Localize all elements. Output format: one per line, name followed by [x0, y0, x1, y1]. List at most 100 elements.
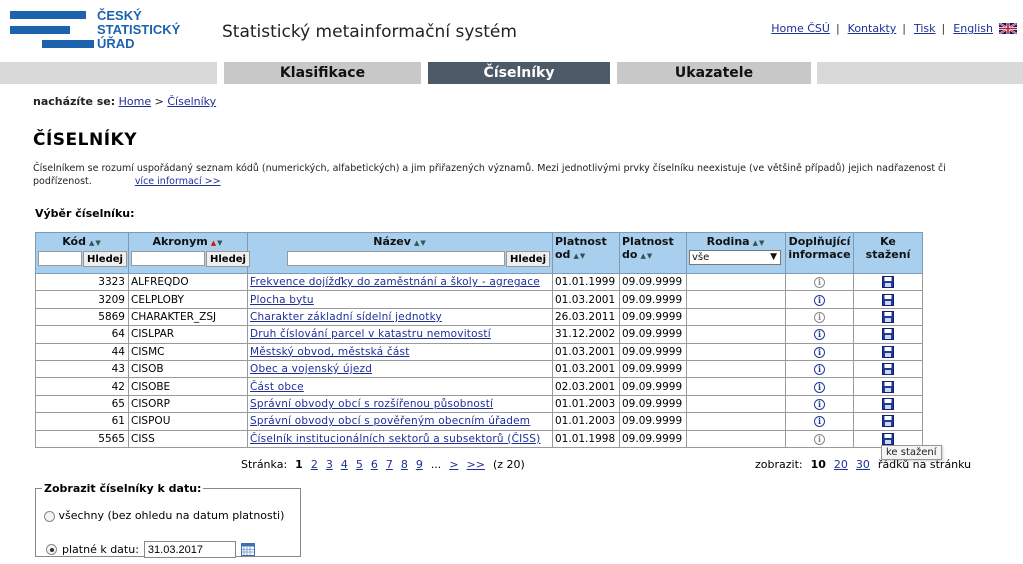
- col-akronym-label[interactable]: Akronym: [152, 235, 207, 248]
- option-all[interactable]: všechny (bez ohledu na datum platnosti): [44, 509, 294, 523]
- info-icon[interactable]: i: [814, 277, 825, 289]
- breadcrumb-current[interactable]: Číselníky: [167, 95, 216, 108]
- col-akronym: Akronym ▲▼ Hledej: [128, 232, 250, 274]
- floppy-disk-icon[interactable]: [882, 293, 894, 306]
- table-row: 3209 CELPLOBY Plocha bytu 01.03.2001 09.09.9…: [35, 290, 923, 309]
- akronym-search-button[interactable]: Hledej: [206, 251, 250, 267]
- pager-page-link[interactable]: 5: [356, 458, 363, 471]
- link-english[interactable]: English: [953, 22, 993, 35]
- cell-nazev: Charakter základní sídelní jednotky: [247, 307, 553, 327]
- sort-arrows-icon[interactable]: ▲▼: [753, 239, 766, 247]
- radio-all[interactable]: [44, 510, 55, 522]
- cell-doplnujici: i: [785, 412, 854, 431]
- nazev-filter: Hledej: [250, 251, 550, 267]
- pager-last-link[interactable]: >>: [467, 458, 485, 471]
- info-icon[interactable]: i: [814, 398, 825, 410]
- akronym-search-input[interactable]: [131, 251, 205, 266]
- info-icon[interactable]: i: [814, 311, 825, 323]
- col-nazev: Název ▲▼ Hledej: [247, 232, 553, 274]
- calendar-icon[interactable]: [240, 543, 255, 556]
- floppy-disk-icon[interactable]: [882, 310, 894, 323]
- floppy-disk-icon[interactable]: [882, 363, 894, 376]
- link-kontakty[interactable]: Kontakty: [848, 22, 897, 35]
- link-tisk[interactable]: Tisk: [914, 22, 936, 35]
- tab-ciselniky[interactable]: Číselníky: [428, 62, 610, 84]
- pager-page-link[interactable]: 2: [311, 458, 318, 471]
- info-icon[interactable]: i: [814, 416, 825, 428]
- floppy-disk-icon[interactable]: [882, 328, 894, 341]
- more-info-link[interactable]: více informací >>: [135, 176, 221, 187]
- tab-klasifikace[interactable]: Klasifikace: [224, 62, 421, 84]
- floppy-disk-icon[interactable]: [882, 415, 894, 428]
- select-label: Výběr číselníku:: [35, 207, 135, 220]
- kod-search-input[interactable]: [38, 251, 82, 266]
- cell-rodina: [686, 377, 786, 396]
- nazev-search-button[interactable]: Hledej: [506, 251, 550, 267]
- pager-page-link[interactable]: 4: [341, 458, 348, 471]
- date-input[interactable]: [143, 541, 236, 558]
- info-icon[interactable]: i: [814, 329, 825, 341]
- cell-doplnujici: i: [785, 377, 854, 396]
- info-icon[interactable]: i: [814, 433, 825, 445]
- col-nazev-label[interactable]: Název: [373, 235, 411, 248]
- info-icon[interactable]: i: [814, 381, 825, 393]
- per-page-option[interactable]: 20: [834, 458, 848, 471]
- sort-arrows-icon[interactable]: ▲▼: [211, 239, 224, 247]
- nazev-search-input[interactable]: [287, 251, 506, 266]
- table-row: 65 CISORP Správní obvody obcí s rozšířenou…: [35, 394, 923, 414]
- col-platnost-do: Platnost do ▲▼: [619, 232, 687, 274]
- col-rodina-label[interactable]: Rodina: [707, 235, 750, 248]
- cell-kod: 42: [35, 377, 129, 396]
- floppy-disk-icon[interactable]: [882, 397, 894, 410]
- nazev-link[interactable]: Frekvence dojížďky do zaměstnání a školy…: [250, 276, 540, 288]
- link-home-csu[interactable]: Home ČSÚ: [771, 22, 830, 35]
- nazev-link[interactable]: Obec a vojenský újezd: [250, 363, 372, 375]
- nazev-link[interactable]: Číselník institucionálních sektorů a sub…: [250, 433, 540, 445]
- col-kod-label[interactable]: Kód: [62, 235, 86, 248]
- cell-akronym: CHARAKTER_ZSJ: [128, 307, 248, 327]
- floppy-disk-icon[interactable]: [882, 345, 894, 358]
- pager-next-link[interactable]: >: [449, 458, 458, 471]
- tab-ukazatele[interactable]: Ukazatele: [617, 62, 811, 84]
- info-icon[interactable]: i: [814, 346, 825, 358]
- pager-page-link[interactable]: 6: [371, 458, 378, 471]
- nazev-link[interactable]: Správní obvody obcí s pověřeným obecním …: [250, 415, 530, 427]
- cell-rodina: [686, 325, 786, 344]
- floppy-disk-icon[interactable]: [882, 276, 894, 289]
- floppy-disk-icon[interactable]: [882, 380, 894, 393]
- nazev-link[interactable]: Městský obvod, městská část: [250, 346, 410, 358]
- nazev-link[interactable]: Část obce: [250, 381, 304, 393]
- divider: |: [835, 22, 840, 35]
- pager-page-link[interactable]: 8: [401, 458, 408, 471]
- kod-filter: Hledej: [38, 251, 127, 267]
- nav-filler: [0, 62, 217, 84]
- cell-doplnujici: i: [785, 394, 854, 414]
- nazev-link[interactable]: Charakter základní sídelní jednotky: [250, 311, 442, 323]
- radio-valid[interactable]: [46, 544, 57, 555]
- csu-logo[interactable]: ČESKÝ STATISTICKÝ ÚŘAD: [10, 9, 190, 54]
- sort-arrows-icon[interactable]: ▲▼: [573, 252, 586, 260]
- sort-arrows-icon[interactable]: ▲▼: [640, 252, 653, 260]
- breadcrumb-separator: >: [154, 95, 164, 108]
- info-icon[interactable]: i: [814, 364, 825, 376]
- cell-nazev: Číselník institucionálních sektorů a sub…: [247, 429, 553, 448]
- breadcrumb-home[interactable]: Home: [119, 95, 151, 108]
- rodina-select[interactable]: vše ▼: [689, 250, 781, 265]
- cell-nazev: Správní obvody obcí s pověřeným obecním …: [247, 412, 553, 431]
- cell-platnost-do: 09.09.9999: [619, 377, 687, 396]
- info-icon[interactable]: i: [814, 294, 825, 306]
- nazev-link[interactable]: Plocha bytu: [250, 294, 314, 306]
- nazev-link[interactable]: Správní obvody obcí s rozšířenou působno…: [250, 398, 493, 410]
- floppy-disk-icon[interactable]: [882, 432, 894, 445]
- sort-arrows-icon[interactable]: ▲▼: [414, 239, 427, 247]
- cell-platnost-od: 01.03.2001: [552, 342, 620, 361]
- nazev-link[interactable]: Druh číslování parcel v katastru nemovit…: [250, 328, 491, 340]
- per-page-option[interactable]: 30: [856, 458, 870, 471]
- pager-page-link[interactable]: 9: [416, 458, 423, 471]
- uk-flag-icon[interactable]: [999, 23, 1017, 34]
- pager-page-link[interactable]: 7: [386, 458, 393, 471]
- kod-search-button[interactable]: Hledej: [83, 251, 127, 267]
- sort-arrows-icon[interactable]: ▲▼: [89, 239, 102, 247]
- cell-platnost-do: 09.09.9999: [619, 272, 687, 292]
- pager-page-link[interactable]: 3: [326, 458, 333, 471]
